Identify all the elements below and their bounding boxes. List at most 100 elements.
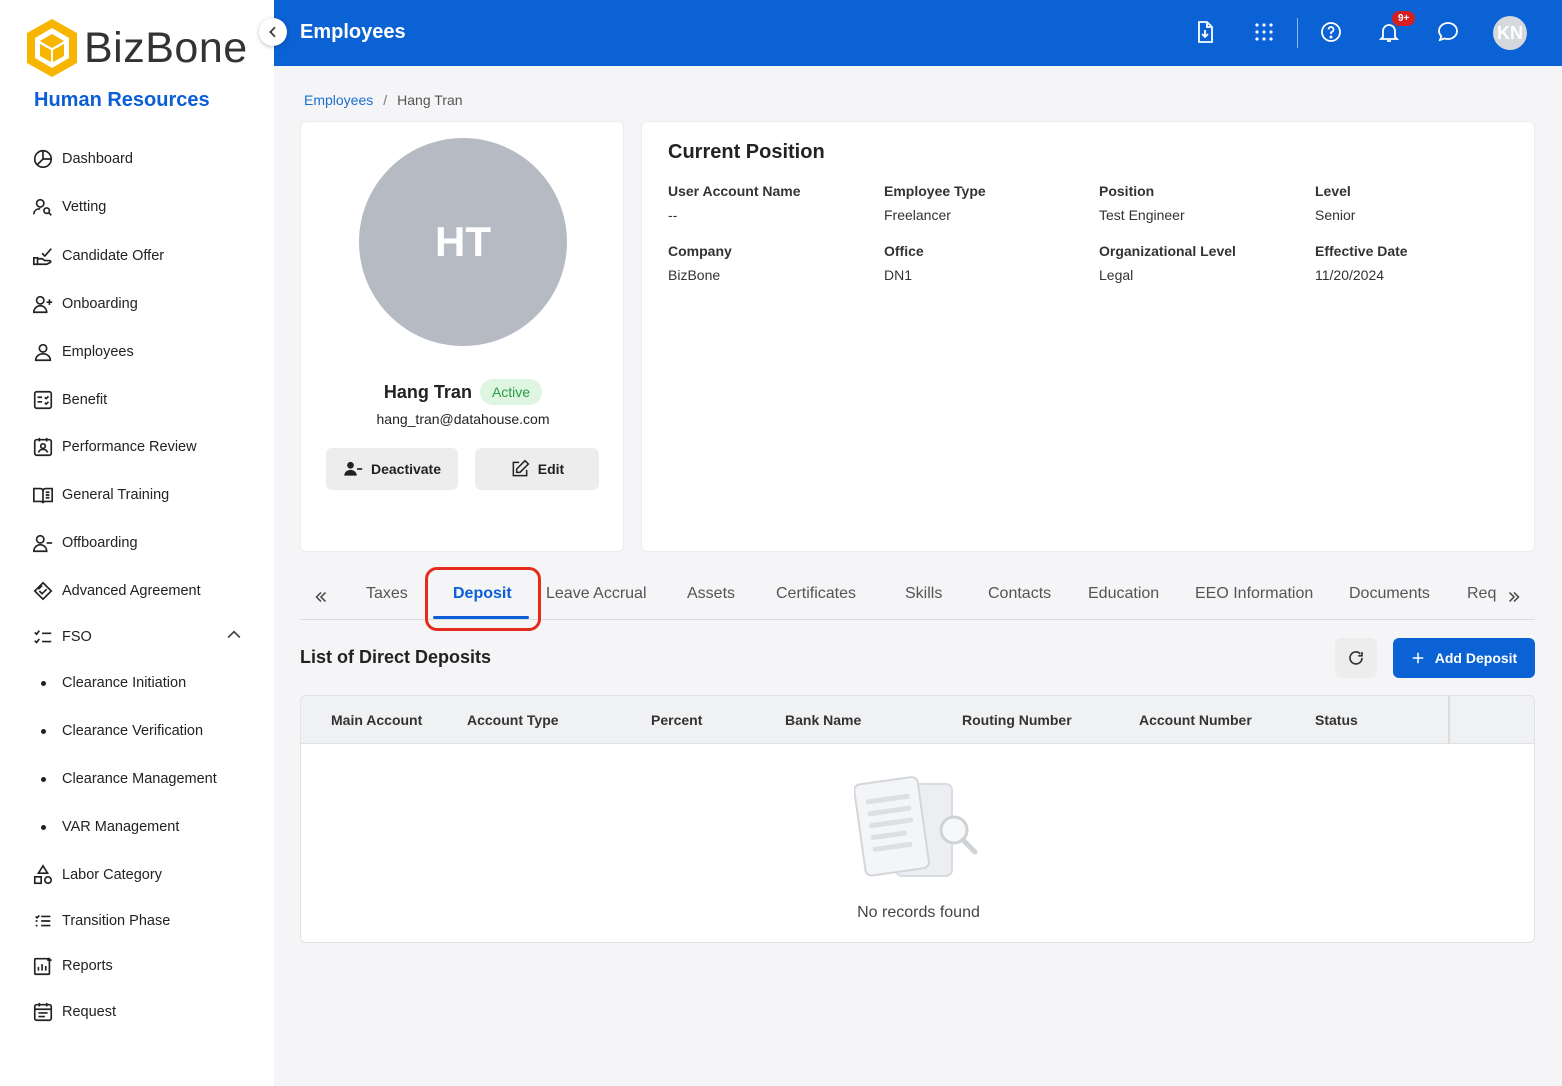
user-minus-icon [32,532,54,554]
chevron-left-icon [269,26,276,38]
tab-assets[interactable]: Assets [687,585,735,603]
request-icon [32,1001,54,1023]
sidebar-item-clearance-initiation[interactable]: Clearance Initiation [32,670,186,696]
column-routing-number[interactable]: Routing Number [962,712,1072,728]
benefit-icon [32,389,54,411]
apps-button[interactable] [1251,19,1277,45]
help-circle-icon [1321,22,1341,42]
tab-deposit[interactable]: Deposit [453,585,512,603]
shapes-icon [32,864,54,886]
tab-skills[interactable]: Skills [905,585,942,603]
tab-taxes[interactable]: Taxes [366,585,408,603]
tabs-scroll-left-button[interactable] [310,586,332,608]
tab-documents[interactable]: Documents [1349,585,1430,603]
header-divider [1297,18,1298,48]
name-row: Hang Tran Active [301,379,625,405]
user-avatar[interactable]: KN [1493,16,1527,50]
employee-email: hang_tran@datahouse.com [376,411,550,427]
bullet-dot [41,824,46,830]
top-bar: Employees 9+ KN [274,0,1562,66]
sidebar-item-transition-phase[interactable]: Transition Phase [32,908,170,934]
sidebar-item-dashboard[interactable]: Dashboard [32,146,133,172]
refresh-icon [1349,651,1363,665]
user-plus-icon [32,293,54,315]
chevrons-left-icon [315,591,327,603]
notification-badge: 9+ [1392,11,1416,26]
offer-icon [32,245,54,267]
brand-name: BizBone [84,23,248,72]
sidebar-item-performance-review[interactable]: Performance Review [32,434,197,460]
chat-button[interactable] [1435,19,1461,45]
sidebar-item-offboarding[interactable]: Offboarding [32,530,138,556]
breadcrumb: Employees / Hang Tran [304,92,463,108]
sidebar-collapse-button[interactable] [259,18,287,46]
sidebar-item-labor-category[interactable]: Labor Category [32,862,162,888]
tab-education[interactable]: Education [1088,585,1159,603]
cube-logo-icon [27,19,77,77]
chevron-up-icon[interactable] [224,625,244,645]
chevrons-right-icon [1508,591,1520,603]
tab-eeo-information[interactable]: EEO Information [1195,585,1313,603]
column-account-number[interactable]: Account Number [1139,712,1252,728]
column-account-type[interactable]: Account Type [467,712,559,728]
sidebar-item-benefit[interactable]: Benefit [32,387,107,413]
sidebar-item-employees[interactable]: Employees [32,339,134,365]
add-deposit-button[interactable]: Add Deposit [1393,638,1535,678]
file-download-icon [1198,21,1213,43]
field-office: Office DN1 [884,243,924,283]
current-position-card: Current Position User Account Name -- Em… [641,121,1535,552]
field-employee-type: Employee Type Freelancer [884,183,986,223]
field-user-account-name: User Account Name -- [668,183,801,223]
field-position: Position Test Engineer [1099,183,1185,223]
sidebar-item-candidate-offer[interactable]: Candidate Offer [32,243,164,269]
tab-requests[interactable]: Req [1467,585,1496,603]
breadcrumb-current: Hang Tran [397,92,463,108]
refresh-button[interactable] [1335,638,1377,678]
download-file-button[interactable] [1192,19,1218,45]
user-icon [32,341,54,363]
vetting-icon [32,196,54,218]
column-main-account[interactable]: Main Account [331,712,422,728]
status-badge: Active [479,379,543,405]
profile-card: HT Hang Tran Active hang_tran@datahouse.… [300,121,624,552]
tabs-bar: Taxes Deposit Leave Accrual Assets Certi… [300,574,1535,620]
list-icon [32,910,54,932]
user-minus-icon [344,461,363,476]
sidebar-item-vetting[interactable]: Vetting [32,194,106,220]
tabs-scroll-right-button[interactable] [1503,586,1525,608]
sidebar-item-var-management[interactable]: VAR Management [32,814,179,840]
dashboard-icon [32,148,54,170]
help-button[interactable] [1318,19,1344,45]
checklist-icon [32,626,54,648]
brand-logo[interactable]: BizBone [24,16,248,80]
sidebar-item-onboarding[interactable]: Onboarding [32,291,138,317]
column-bank-name[interactable]: Bank Name [785,712,861,728]
edit-button[interactable]: Edit [475,448,599,490]
empty-state-text: No records found [857,904,980,921]
sidebar-item-reports[interactable]: Reports [32,953,113,979]
deposits-table: Main Account Account Type Percent Bank N… [300,695,1535,943]
page-title: Employees [300,21,406,43]
table-header: Main Account Account Type Percent Bank N… [301,696,1534,744]
sidebar-item-general-training[interactable]: General Training [32,482,169,508]
handshake-icon [32,580,54,602]
tab-certificates[interactable]: Certificates [776,585,856,603]
sidebar-item-clearance-verification[interactable]: Clearance Verification [32,718,203,744]
employee-avatar: HT [359,138,567,346]
grid-dots-icon [1255,23,1273,41]
column-status[interactable]: Status [1315,712,1358,728]
column-percent[interactable]: Percent [651,712,702,728]
sidebar-item-advanced-agreement[interactable]: Advanced Agreement [32,578,201,604]
breadcrumb-separator: / [383,92,388,108]
report-icon [32,955,54,977]
sidebar-item-request[interactable]: Request [32,999,116,1025]
sidebar-item-clearance-management[interactable]: Clearance Management [32,766,217,792]
deactivate-button[interactable]: Deactivate [326,448,458,490]
column-divider [1448,696,1450,744]
breadcrumb-employees-link[interactable]: Employees [304,92,373,108]
tab-contacts[interactable]: Contacts [988,585,1051,603]
field-organizational-level: Organizational Level Legal [1099,243,1236,283]
tab-leave-accrual[interactable]: Leave Accrual [546,585,647,603]
edit-icon [512,459,530,477]
sidebar-item-fso[interactable]: FSO [32,624,92,650]
